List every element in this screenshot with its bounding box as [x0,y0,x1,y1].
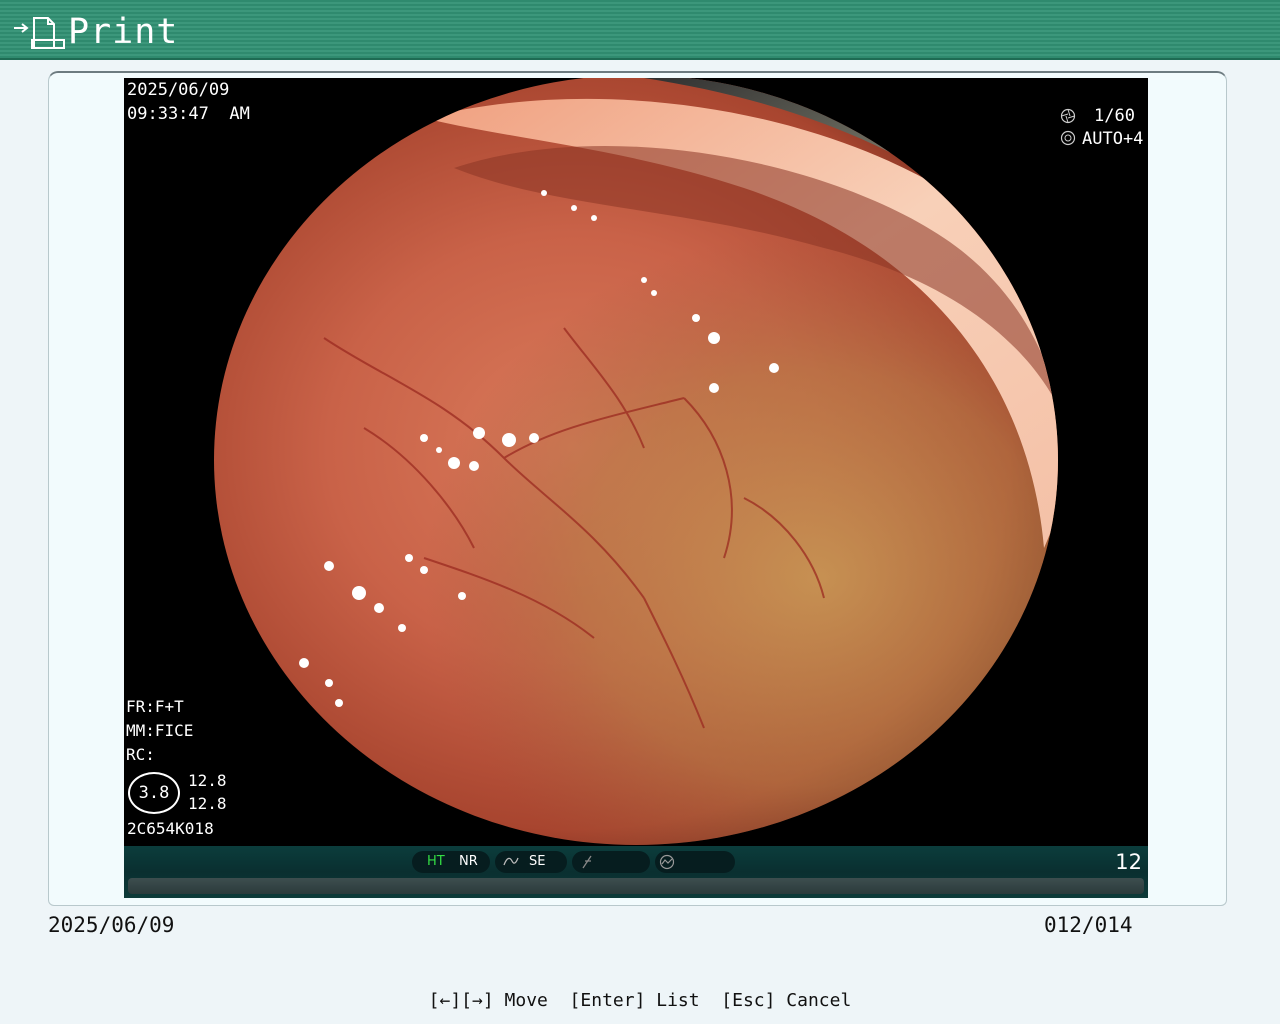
status-track [128,878,1144,894]
structure-icon [503,857,519,866]
mode-icon [659,854,675,870]
shutter-speed: 1/60 [1094,106,1135,126]
footer-date: 2025/06/09 [48,913,175,937]
endoscope-image: 2025/06/09 09:33:47 AM 1/60 AUTO+4 FR:F+… [124,78,1148,898]
image-page-number: 12 [1115,850,1142,874]
ht-nr-pill: HT NR [412,851,490,873]
image-counter: 012/014 [1044,913,1133,937]
function-pill [572,851,650,873]
image-date: 2025/06/09 [127,80,230,100]
value-bottom: 12.8 [188,794,227,813]
iris-icon [1060,130,1076,146]
endoscopic-view [124,78,1148,848]
zoom-circle-badge: 3.8 [128,772,180,814]
rc-setting: RC: [126,745,155,764]
ht-indicator: HT [427,854,445,869]
image-time: 09:33:47 AM [127,104,250,124]
mode-pill [655,851,735,873]
function-icon [582,855,592,869]
nr-indicator: NR [459,854,478,869]
status-bar: HT NR SE 12 [124,846,1148,898]
page-title: Print [68,12,179,52]
exposure-mode: AUTO+4 [1082,129,1144,149]
print-page-icon [14,17,65,49]
scope-code: 2C654K018 [127,819,214,838]
shutter-icon [1060,108,1076,124]
se-pill: SE [495,851,567,873]
mm-setting: MM:FICE [126,721,194,740]
keyboard-help: [←][→] Move [Enter] List [Esc] Cancel [428,990,852,1011]
title-bar: Print [0,0,1280,60]
se-indicator: SE [529,854,546,869]
value-top: 12.8 [188,771,227,790]
fr-setting: FR:F+T [126,697,184,716]
